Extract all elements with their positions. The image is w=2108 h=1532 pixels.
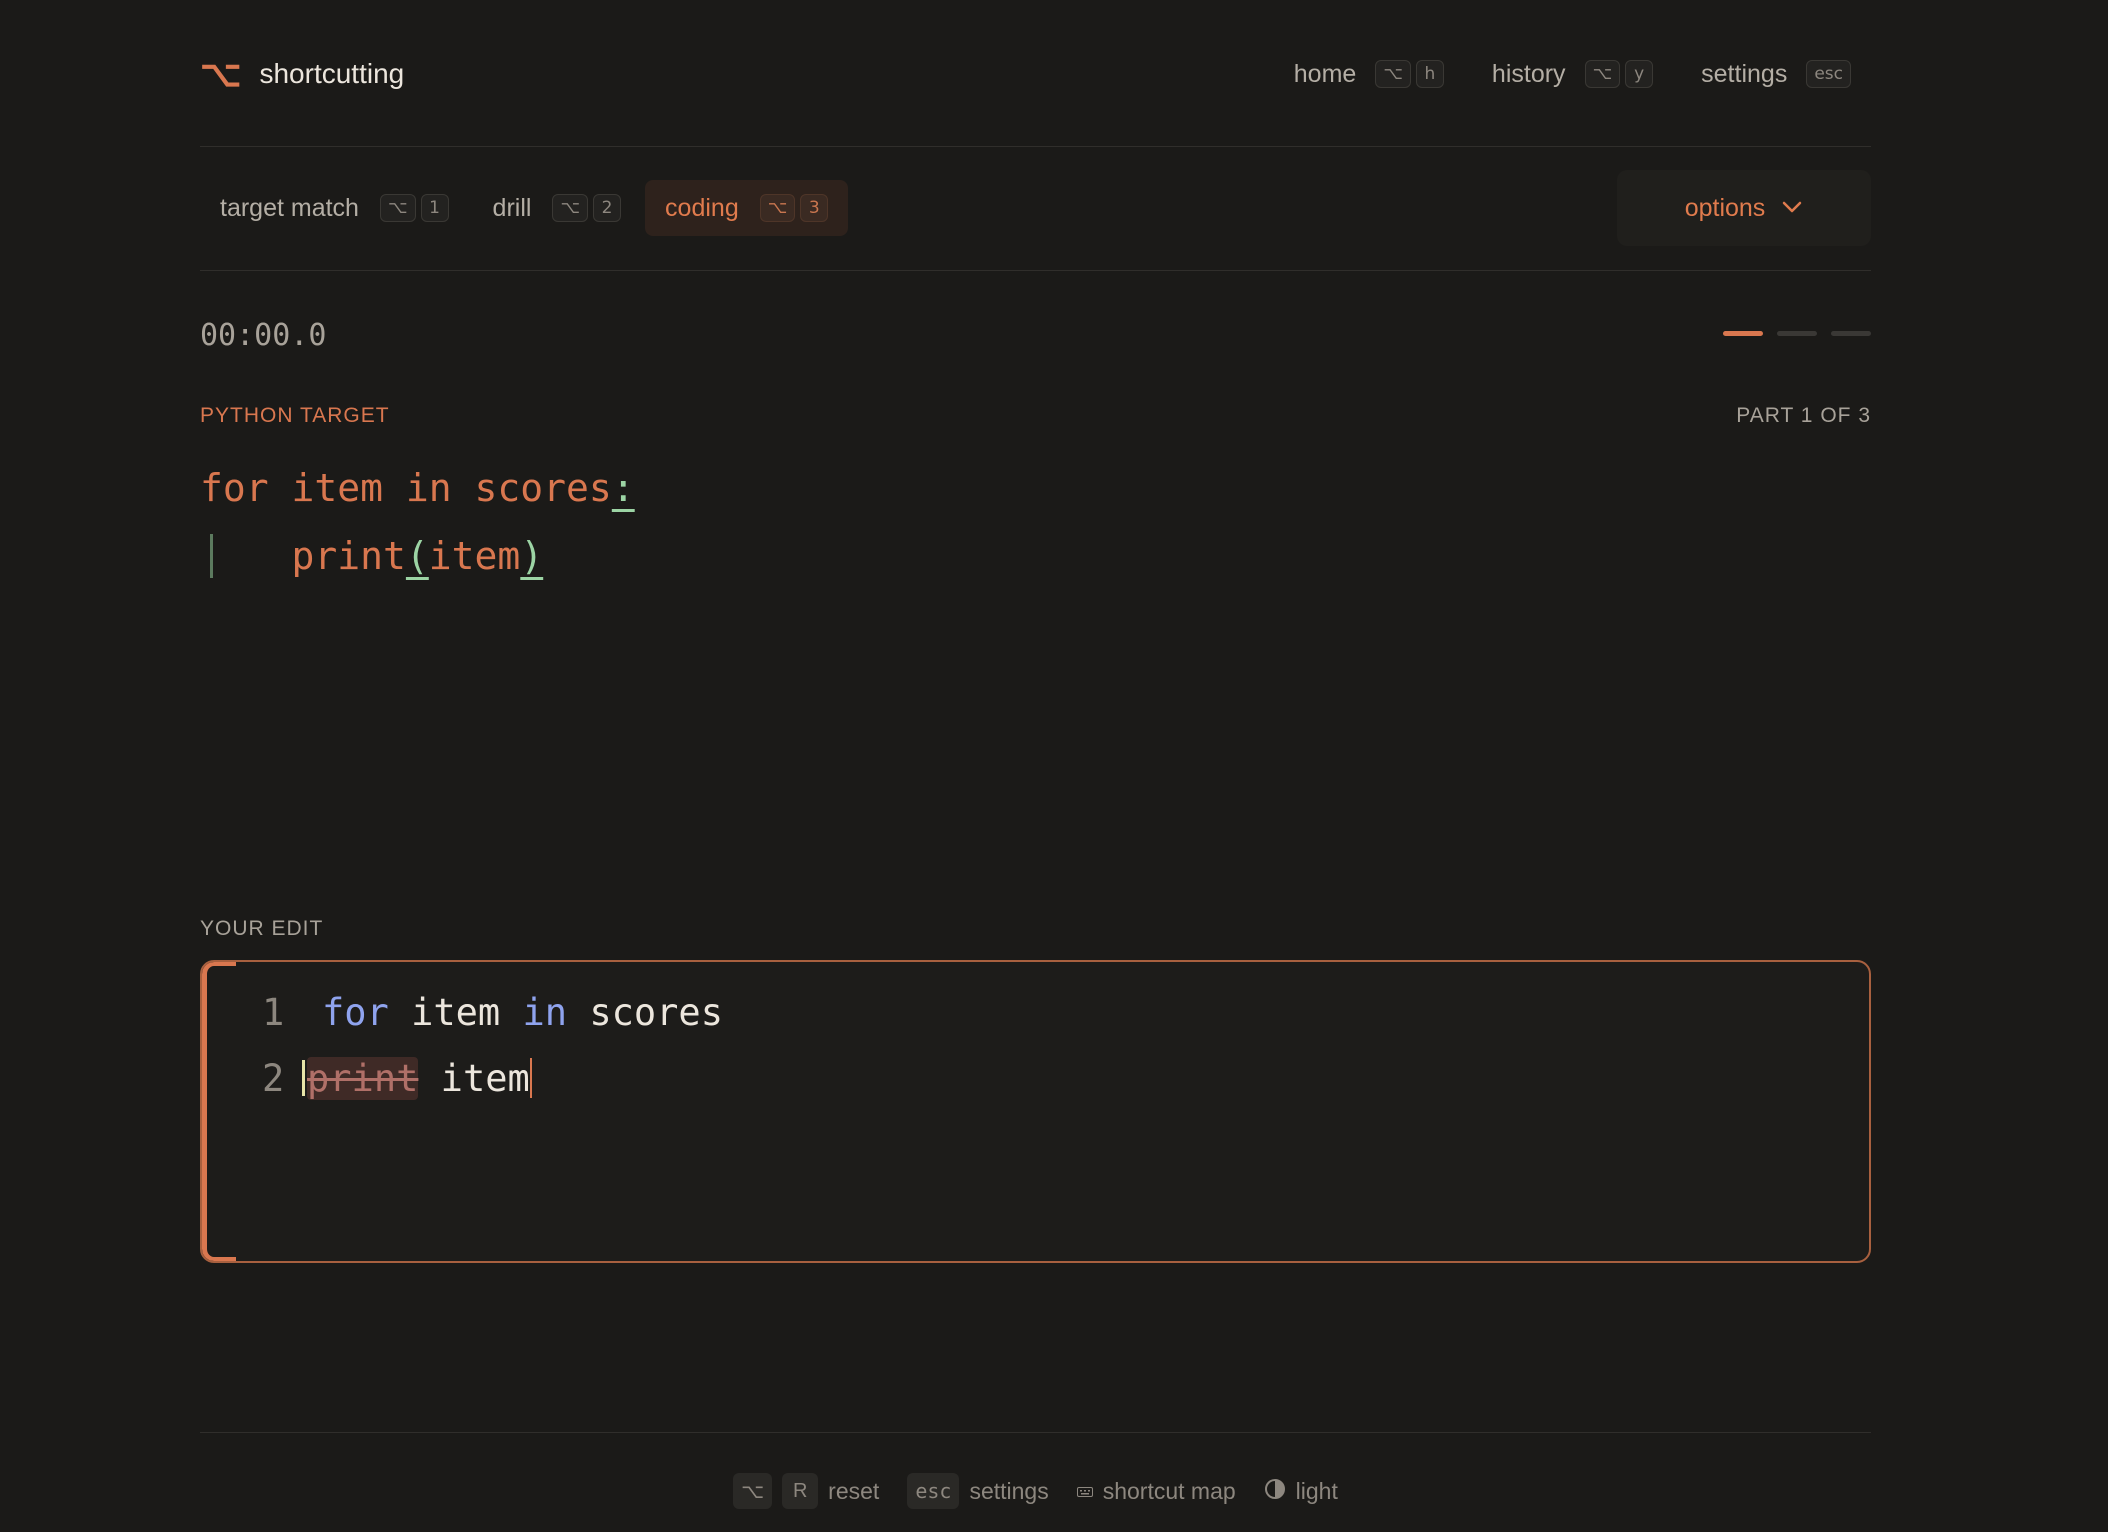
code-token: item [388,991,523,1034]
insertion-marker [302,1059,305,1096]
theme-toggle[interactable]: light [1264,1478,1338,1505]
nav-home[interactable]: home ⌥ h [1294,60,1444,89]
options-dropdown[interactable]: options [1617,170,1871,246]
key-esc: esc [907,1473,960,1509]
half-circle-icon [1264,1478,1286,1505]
key-h: h [1415,60,1444,88]
tabs-divider [200,270,1871,271]
code-text: for item in scores [200,466,612,510]
reset-shortcut[interactable]: ⌥ R reset [733,1473,879,1509]
editor-focus-accent [202,962,236,1261]
keyword-token: in [522,991,568,1034]
option-key-icon: ⌥ [1584,60,1621,88]
edit-label: YOUR EDIT [200,917,324,940]
option-key-icon: ⌥ [379,194,416,222]
timer: 00:00.0 [200,318,327,353]
tab-coding[interactable]: coding ⌥ 3 [645,180,849,236]
nav-settings-label: settings [1701,59,1788,88]
footer-divider [200,1432,1871,1433]
part-indicator: PART 1 OF 3 [1736,404,1871,427]
shortcut-map-label: shortcut map [1102,1477,1236,1504]
target-line-2: print(item) [200,522,635,590]
mode-tabs: target match ⌥ 1 drill ⌥ 2 coding ⌥ 3 [200,180,852,236]
key-2: 2 [593,194,622,222]
option-key-icon: ⌥ [1375,60,1411,88]
code-editor[interactable]: 1 for item in scores 2 print item [200,960,1871,1263]
tab-label: target match [220,193,359,222]
code-text: item [428,534,521,578]
settings-shortcut[interactable]: esc settings [907,1473,1049,1509]
option-key-logo-icon: ⌥ [200,53,242,94]
target-label: PYTHON TARGET [200,404,390,427]
key-r: R [782,1473,819,1509]
matched-char: : [611,466,635,510]
line-number: 1 [262,991,285,1034]
nav-home-label: home [1293,59,1357,88]
reset-label: reset [828,1477,880,1504]
target-code: for item in scores: print(item) [200,454,635,590]
tab-label: coding [665,193,739,222]
code-token: item [418,1057,530,1100]
key-y: y [1625,60,1654,88]
tab-target-match[interactable]: target match ⌥ 1 [200,180,469,236]
target-line-1: for item in scores: [200,454,635,522]
progress-segment-1 [1723,331,1763,336]
keyword-token: for [322,991,389,1034]
brand-name: shortcutting [259,58,405,89]
deleted-token: print [307,1057,419,1100]
option-key-icon: ⌥ [759,194,796,222]
top-bar: ⌥ shortcutting home ⌥ h history ⌥ y sett… [200,48,1871,100]
progress-segment-3 [1831,331,1871,336]
progress-indicator [1723,331,1871,336]
nav-settings[interactable]: settings esc [1701,60,1851,89]
key-3: 3 [800,194,829,222]
progress-segment-2 [1777,331,1817,336]
editor-line-2: 2 print item [262,1046,532,1112]
line-number: 2 [262,1057,285,1100]
matched-char: ) [520,534,544,578]
settings-label: settings [969,1477,1049,1504]
matched-char: ( [405,534,429,578]
tab-label: drill [492,193,532,222]
nav-history-label: history [1491,59,1566,88]
key-esc: esc [1806,60,1851,88]
nav-history[interactable]: history ⌥ y [1491,59,1654,89]
chevron-down-icon [1781,197,1803,220]
option-key-icon: ⌥ [552,194,589,222]
theme-label: light [1295,1477,1338,1504]
indent-guide [210,534,213,578]
editor-line-1: 1 for item in scores [262,980,723,1046]
footer: ⌥ R reset esc settings shortcut map ligh… [200,1466,1871,1516]
shortcut-map-button[interactable]: shortcut map [1076,1477,1236,1505]
text-caret [529,1057,532,1098]
code-text: print [200,534,406,578]
keyboard-icon [1076,1481,1093,1502]
header-divider [200,146,1871,147]
brand[interactable]: ⌥ shortcutting [200,48,404,100]
key-1: 1 [420,194,449,222]
main-nav: home ⌥ h history ⌥ y settings esc [1294,48,1851,100]
option-key-icon: ⌥ [733,1473,773,1509]
tab-drill[interactable]: drill ⌥ 2 [473,180,642,236]
code-token: scores [567,991,723,1034]
options-label: options [1684,193,1766,222]
